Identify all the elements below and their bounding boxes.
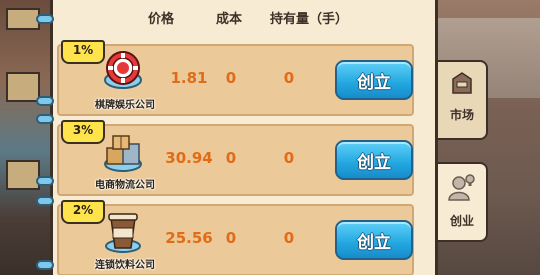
shop-icon bbox=[449, 70, 475, 100]
cost-value: 0 bbox=[225, 69, 237, 87]
price-value: 30.94 bbox=[165, 149, 213, 167]
company-name: 连锁饮料公司 bbox=[95, 260, 155, 271]
company-name: 棋牌娱乐公司 bbox=[95, 100, 155, 111]
found-company-button[interactable]: 创立 bbox=[335, 220, 413, 260]
poker-chip-icon bbox=[101, 50, 145, 94]
cardboard-boxes-icon bbox=[101, 130, 145, 174]
found-company-button[interactable]: 创立 bbox=[335, 140, 413, 180]
company-row: 2% 连锁饮料公司 25.56 0 0 创立 bbox=[57, 200, 414, 275]
tab-startup-label: 创业 bbox=[449, 214, 474, 228]
cost-value: 0 bbox=[225, 149, 237, 167]
table-header: 价格 成本 持有量（手） bbox=[60, 6, 430, 28]
percent-badge: 1% bbox=[61, 40, 105, 64]
tab-market[interactable]: 市场 bbox=[438, 60, 488, 140]
percent-badge: 2% bbox=[61, 200, 105, 224]
binder-rings bbox=[36, 0, 54, 275]
price-value: 25.56 bbox=[165, 229, 213, 247]
company-row: 1% 棋牌娱乐公司 1.81 0 0 创立 bbox=[57, 40, 414, 116]
tab-market-label: 市场 bbox=[449, 108, 474, 122]
coffee-cup-icon bbox=[101, 210, 145, 254]
tab-startup[interactable]: 创业 bbox=[438, 162, 488, 242]
header-cost: 成本 bbox=[216, 12, 243, 27]
header-price: 价格 bbox=[148, 12, 175, 27]
holding-value: 0 bbox=[283, 69, 295, 87]
percent-badge: 3% bbox=[61, 120, 105, 144]
company-name: 电商物流公司 bbox=[95, 180, 155, 191]
company-row: 3% 电商物流公司 30.94 0 0 创立 bbox=[57, 120, 414, 196]
price-value: 1.81 bbox=[170, 69, 208, 87]
holding-value: 0 bbox=[283, 149, 295, 167]
idea-person-icon bbox=[447, 172, 477, 206]
found-company-button[interactable]: 创立 bbox=[335, 60, 413, 100]
holding-value: 0 bbox=[283, 229, 295, 247]
header-holding: 持有量（手） bbox=[270, 12, 349, 27]
cost-value: 0 bbox=[225, 229, 237, 247]
